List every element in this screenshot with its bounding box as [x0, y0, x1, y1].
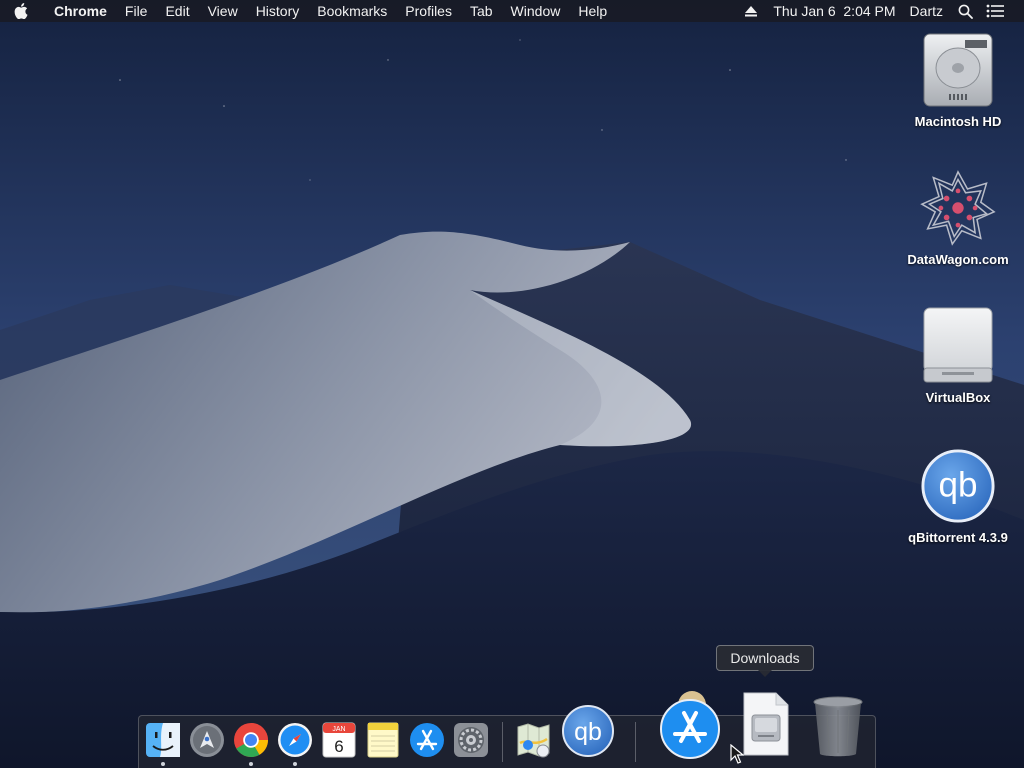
datawagon-star-icon: [920, 170, 996, 246]
menu-view[interactable]: View: [199, 0, 247, 22]
notification-center-icon[interactable]: [980, 0, 1010, 22]
dock-item-system-preferences[interactable]: [452, 721, 490, 759]
desktop-icon-qbittorrent[interactable]: qb qBittorrent 4.3.9: [898, 448, 1018, 545]
dock-separator: [502, 722, 503, 762]
svg-text:6: 6: [334, 737, 343, 756]
mouse-cursor-icon: [730, 743, 745, 768]
svg-text:qb: qb: [938, 466, 977, 505]
desktop-icon-macintosh-hd[interactable]: Macintosh HD: [898, 32, 1018, 129]
maps-icon: [517, 723, 550, 758]
calendar-icon: JAN 6: [322, 722, 356, 758]
eject-icon[interactable]: [736, 0, 766, 22]
menu-bookmarks[interactable]: Bookmarks: [308, 0, 396, 22]
menu-user[interactable]: Dartz: [903, 0, 950, 22]
dock-item-app-store[interactable]: [408, 721, 446, 759]
dock-item-applications-stack[interactable]: [656, 688, 724, 760]
running-indicator: [249, 762, 253, 766]
menu-file[interactable]: File: [116, 0, 157, 22]
dock-item-qbittorrent[interactable]: qb: [560, 703, 616, 759]
menu-tab[interactable]: Tab: [461, 0, 502, 22]
finder-icon: [146, 723, 180, 757]
dock-separator: [635, 722, 636, 762]
notes-icon: [367, 722, 399, 758]
system-preferences-icon: [454, 723, 488, 757]
dock-item-finder[interactable]: [144, 721, 182, 759]
desktop-icon-label: VirtualBox: [925, 390, 991, 405]
svg-text:qb: qb: [574, 718, 602, 746]
menu-profiles[interactable]: Profiles: [396, 0, 461, 22]
menu-bar: Chrome File Edit View History Bookmarks …: [0, 0, 1024, 22]
menu-edit[interactable]: Edit: [156, 0, 198, 22]
downloads-stack-icon: [743, 692, 789, 756]
status-area: Thu Jan 6 2:04 PM Dartz: [736, 0, 1024, 22]
dock-item-downloads-stack[interactable]: [736, 688, 794, 760]
qbittorrent-icon: qb: [920, 448, 996, 524]
applications-stack-icon: [660, 691, 720, 759]
dock-item-safari[interactable]: [276, 721, 314, 759]
dock-item-chrome[interactable]: [232, 721, 270, 759]
hard-drive-icon: [920, 32, 996, 108]
dock-tooltip: Downloads: [716, 645, 814, 671]
apple-logo-icon[interactable]: [14, 3, 40, 19]
tooltip-arrow: [758, 670, 772, 677]
desktop-wallpaper: [0, 0, 1024, 768]
running-indicator: [293, 762, 297, 766]
qbittorrent-icon: qb: [562, 705, 614, 757]
desktop-icon-virtualbox[interactable]: VirtualBox: [898, 307, 1018, 405]
running-indicator: [161, 762, 165, 766]
menu-window[interactable]: Window: [502, 0, 570, 22]
trash-icon: [813, 696, 863, 757]
desktop-icon-label: Macintosh HD: [914, 114, 1002, 129]
app-store-icon: [410, 723, 444, 757]
menu-history[interactable]: History: [247, 0, 309, 22]
spotlight-search-icon[interactable]: [950, 0, 980, 22]
launchpad-icon: [190, 723, 224, 757]
desktop-icon-label: qBittorrent 4.3.9: [908, 530, 1008, 545]
dock-item-notes[interactable]: [364, 721, 402, 759]
menu-help[interactable]: Help: [569, 0, 616, 22]
external-disk-icon: [920, 307, 996, 384]
desktop-icon-label: DataWagon.com: [907, 252, 1009, 267]
menu-clock[interactable]: Thu Jan 6 2:04 PM: [766, 0, 902, 22]
dock-item-trash[interactable]: [808, 692, 868, 760]
safari-icon: [278, 723, 312, 757]
dock-item-calendar[interactable]: JAN 6: [320, 721, 358, 759]
dock-item-launchpad[interactable]: [188, 721, 226, 759]
desktop-icon-datawagon[interactable]: DataWagon.com: [898, 170, 1018, 267]
svg-text:JAN: JAN: [332, 726, 345, 733]
menu-app-name[interactable]: Chrome: [40, 0, 116, 22]
dock-item-maps[interactable]: [514, 720, 554, 760]
chrome-icon: [234, 723, 268, 757]
